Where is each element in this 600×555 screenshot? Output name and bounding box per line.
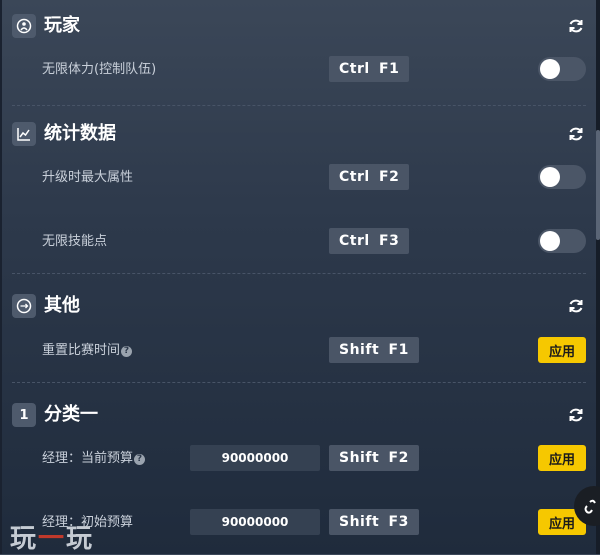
line-chart-icon (12, 122, 36, 146)
refresh-icon[interactable] (566, 296, 586, 316)
apply-button[interactable]: 应用 (538, 337, 586, 363)
option-label-text: 经理：当前预算 (42, 451, 134, 466)
hotkey-button[interactable]: Shift F1 (329, 337, 419, 363)
option-row-infinite-stamina: 无限体力(控制队伍) Ctrl F1 (12, 56, 586, 84)
toggle-knob (540, 167, 560, 187)
section-title: 分类一 (44, 404, 98, 425)
option-row-reset-match-time: 重置比赛时间? Shift F1 应用 (12, 337, 586, 365)
option-row-max-attributes: 升级时最大属性 Ctrl F2 (12, 164, 586, 192)
scrollbar-thumb[interactable] (596, 130, 600, 240)
watermark-part-3: 玩 (66, 524, 95, 554)
budget-value-input[interactable]: 90000000 (190, 509, 320, 535)
toggle-knob (540, 231, 560, 251)
window-left-edge (0, 0, 2, 554)
player-icon (12, 14, 36, 38)
option-label: 升级时最大属性 (42, 170, 134, 185)
hotkey-button[interactable]: Ctrl F3 (329, 228, 410, 254)
help-icon[interactable]: ? (121, 346, 133, 357)
watermark-part-2: 一 (38, 524, 67, 554)
section-title: 统计数据 (44, 123, 116, 144)
section-divider (12, 382, 586, 383)
refresh-icon[interactable] (566, 16, 586, 36)
section-header: 统计数据 (12, 120, 586, 148)
refresh-icon[interactable] (566, 124, 586, 144)
watermark-part-1: 玩 (10, 524, 39, 554)
section-header: 其他 (12, 292, 586, 320)
hotkey-button[interactable]: Shift F2 (329, 445, 419, 471)
option-row-initial-budget: 经理：初始预算 90000000 Shift F3 应用 (12, 509, 586, 537)
option-label-text: 重置比赛时间 (42, 343, 121, 358)
section-title: 其他 (44, 295, 80, 316)
section-divider (12, 273, 586, 274)
budget-value-input[interactable]: 90000000 (190, 445, 320, 471)
toggle-switch[interactable] (538, 165, 586, 189)
toggle-switch[interactable] (538, 57, 586, 81)
watermark-logo: 玩一玩 (10, 518, 94, 555)
toggle-knob (540, 59, 560, 79)
section-header: 玩家 (12, 12, 586, 40)
option-label: 无限技能点 (42, 234, 108, 249)
scrollbar-track[interactable] (596, 0, 600, 554)
toggle-switch[interactable] (538, 229, 586, 253)
hotkey-button[interactable]: Ctrl F2 (329, 164, 410, 190)
option-row-current-budget: 经理：当前预算? 90000000 Shift F2 应用 (12, 445, 586, 473)
option-label: 无限体力(控制队伍) (42, 62, 157, 77)
apply-button[interactable]: 应用 (538, 445, 586, 471)
section-divider (12, 105, 586, 106)
option-label: 重置比赛时间? (42, 342, 133, 360)
refresh-icon[interactable] (566, 405, 586, 425)
hotkey-button[interactable]: Shift F3 (329, 509, 419, 535)
hotkey-button[interactable]: Ctrl F1 (329, 56, 410, 82)
link-icon (584, 499, 596, 514)
circle-arrows-icon (12, 294, 36, 318)
section-header: 1 分类一 (12, 401, 586, 429)
option-label: 经理：当前预算? (42, 450, 146, 468)
help-icon[interactable]: ? (134, 454, 146, 465)
option-row-infinite-skill-points: 无限技能点 Ctrl F3 (12, 228, 586, 256)
section-title: 玩家 (44, 15, 80, 36)
number-one-icon: 1 (12, 403, 36, 427)
